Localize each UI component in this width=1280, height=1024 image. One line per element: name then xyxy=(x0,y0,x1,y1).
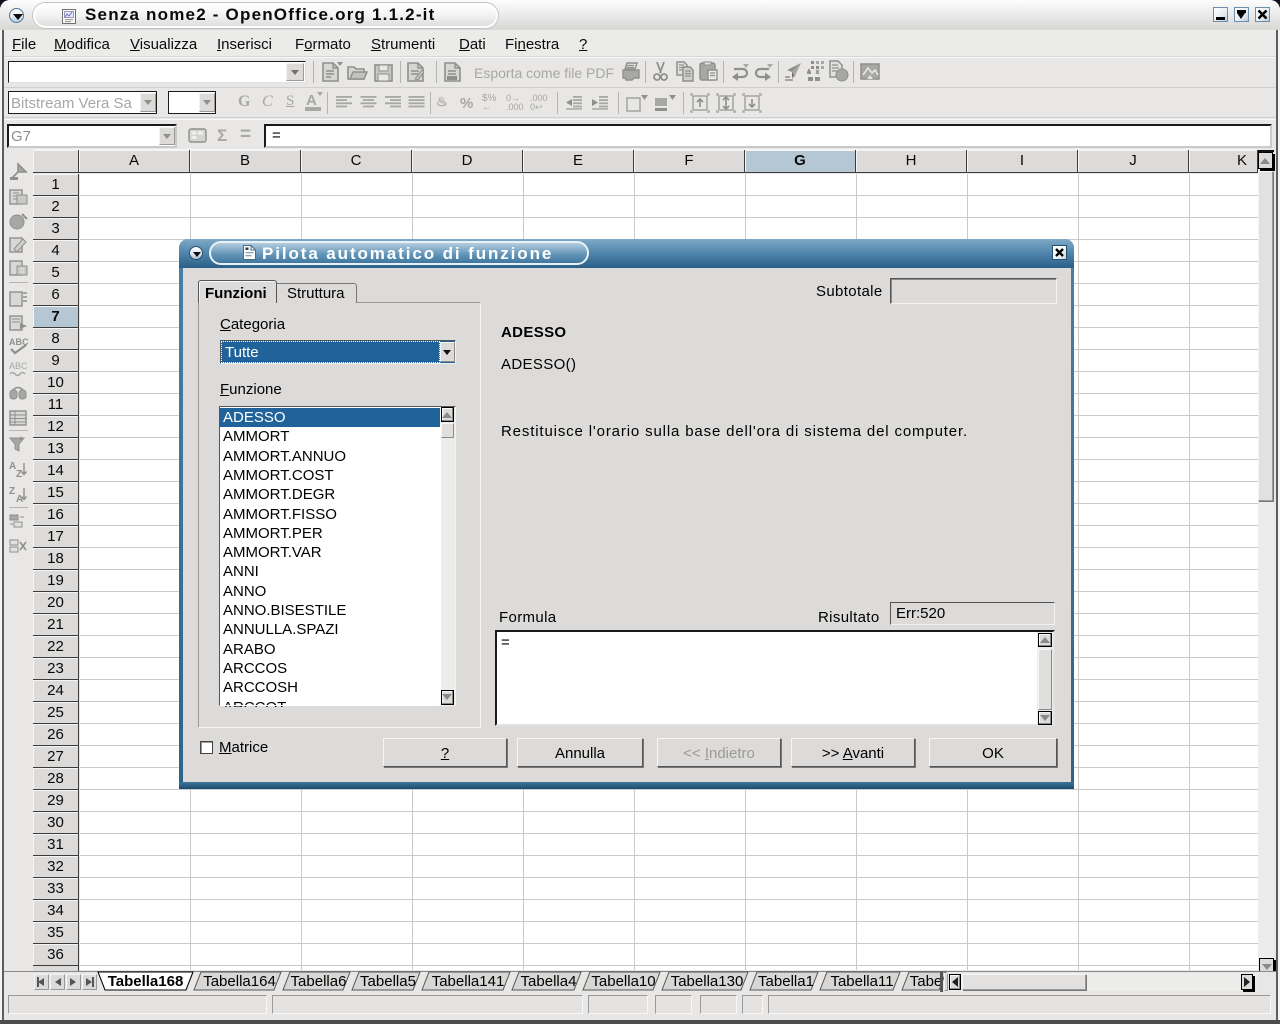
svg-text:Z: Z xyxy=(9,486,15,497)
svg-text:Tabella10: Tabella10 xyxy=(591,973,655,990)
svg-text:Tabe: Tabe xyxy=(910,973,943,990)
svg-text:Tabella5: Tabella5 xyxy=(360,973,416,990)
svg-text:Tabella130: Tabella130 xyxy=(671,973,744,990)
svg-text:Tabella6: Tabella6 xyxy=(291,973,347,990)
svg-text:Tabella168: Tabella168 xyxy=(108,973,184,990)
svg-text:Tabella164: Tabella164 xyxy=(203,973,276,990)
svg-text:ABC: ABC xyxy=(9,361,28,371)
svg-text:A: A xyxy=(16,494,23,504)
svg-text:Z: Z xyxy=(16,469,22,479)
svg-text:Tabella4: Tabella4 xyxy=(521,973,577,990)
svg-text:Tabella1: Tabella1 xyxy=(758,973,814,990)
svg-text:Tabella11: Tabella11 xyxy=(830,973,893,990)
svg-text:Tabella141: Tabella141 xyxy=(432,973,505,990)
